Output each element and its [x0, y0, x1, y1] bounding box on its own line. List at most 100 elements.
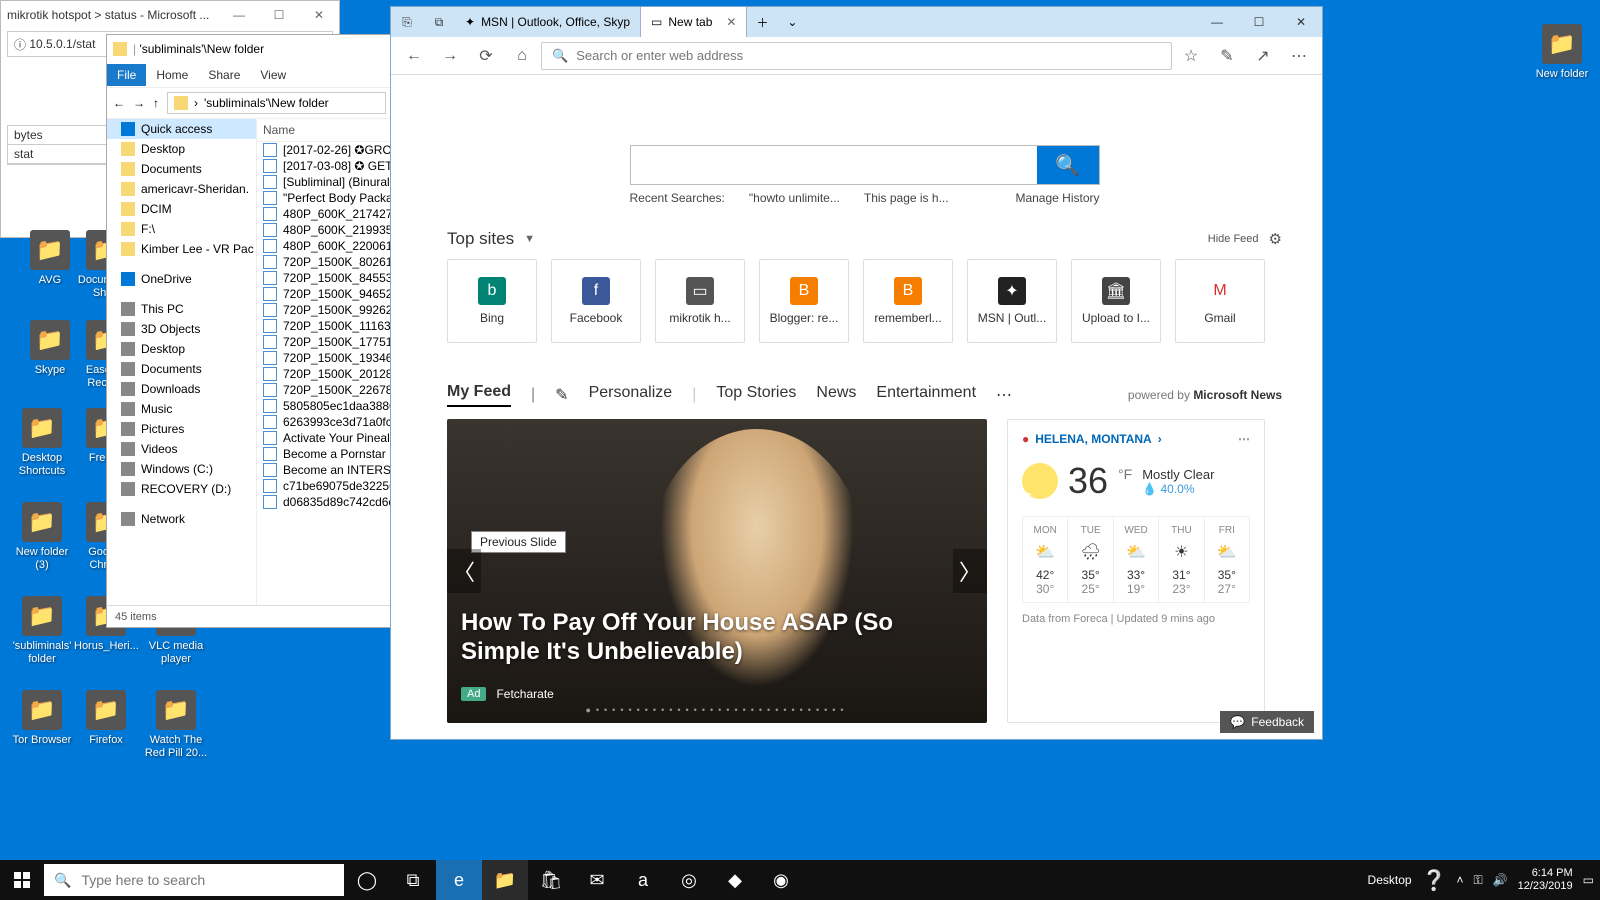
- ribbon-file[interactable]: File: [107, 64, 146, 86]
- feed-hero-card[interactable]: Previous Slide 〈 〉 How To Pay Off Your H…: [447, 419, 987, 723]
- file-row[interactable]: d06835d89c742cd6c6: [257, 494, 392, 510]
- file-row[interactable]: 720P_1500K_84553661: [257, 270, 392, 286]
- close-icon[interactable]: ✕: [1280, 7, 1322, 37]
- hotspot-titlebar[interactable]: mikrotik hotspot > status - Microsoft ..…: [1, 1, 339, 29]
- nav-item[interactable]: Windows (C:): [107, 459, 256, 479]
- file-row[interactable]: 720P_1500K_94652651: [257, 286, 392, 302]
- recent-search-link[interactable]: This page is h...: [864, 191, 949, 205]
- file-row[interactable]: 720P_1500K_19346002: [257, 350, 392, 366]
- file-row[interactable]: Become a Pornstar Fa: [257, 446, 392, 462]
- desktop-icon[interactable]: 📁Skype: [18, 320, 82, 377]
- file-row[interactable]: c71be69075de32256c: [257, 478, 392, 494]
- cortana-button[interactable]: ◯: [344, 860, 390, 900]
- tab-actions-icon[interactable]: ⎘: [391, 7, 423, 37]
- file-row[interactable]: 480P_600K_220061291: [257, 238, 392, 254]
- top-site-tile[interactable]: ✦MSN | Outl...: [967, 259, 1057, 343]
- close-icon[interactable]: ✕: [299, 8, 339, 22]
- nav-item[interactable]: Music: [107, 399, 256, 419]
- file-row[interactable]: 6263993ce3d71a0fc34: [257, 414, 392, 430]
- file-row[interactable]: 480P_600K_219935181: [257, 222, 392, 238]
- home-icon[interactable]: ⌂: [505, 41, 539, 71]
- column-header-name[interactable]: Name: [257, 119, 392, 142]
- forward-icon[interactable]: →: [433, 41, 467, 71]
- file-row[interactable]: 720P_1500K_99262601: [257, 302, 392, 318]
- recent-search-link[interactable]: "howto unlimite...: [749, 191, 840, 205]
- task-view-button[interactable]: ⧉: [390, 860, 436, 900]
- forecast-day[interactable]: THU☀31°23°: [1159, 517, 1204, 602]
- nav-onedrive[interactable]: OneDrive: [107, 269, 256, 289]
- nav-item[interactable]: 3D Objects: [107, 319, 256, 339]
- top-site-tile[interactable]: fFacebook: [551, 259, 641, 343]
- desktop-icon[interactable]: 📁AVG: [18, 230, 82, 287]
- minimize-icon[interactable]: —: [219, 8, 259, 22]
- favorite-icon[interactable]: ☆: [1174, 41, 1208, 71]
- minimize-icon[interactable]: —: [1196, 7, 1238, 37]
- back-icon[interactable]: ←: [397, 41, 431, 71]
- ribbon-view[interactable]: View: [250, 64, 296, 86]
- feed-tab-my-feed[interactable]: My Feed: [447, 383, 511, 407]
- nav-up-icon[interactable]: ↑: [153, 96, 159, 110]
- tray-chevron-icon[interactable]: ˄: [1456, 873, 1463, 887]
- feedback-button[interactable]: 💬 Feedback: [1220, 711, 1314, 733]
- nav-back-icon[interactable]: ←: [113, 96, 125, 110]
- nav-item[interactable]: Desktop: [107, 139, 256, 159]
- desktop-icon[interactable]: 📁'subliminals' folder: [10, 596, 74, 665]
- nav-quick-access[interactable]: Quick access: [107, 119, 256, 139]
- top-site-tile[interactable]: ▭mikrotik h...: [655, 259, 745, 343]
- card-more-icon[interactable]: ⋯: [1238, 432, 1250, 446]
- desktop-icon[interactable]: 📁Desktop Shortcuts: [10, 408, 74, 477]
- new-tab-button[interactable]: ＋: [747, 7, 777, 37]
- file-row[interactable]: 720P_1500K_20128354: [257, 366, 392, 382]
- feed-more-icon[interactable]: ⋯: [996, 385, 1012, 405]
- ribbon-share[interactable]: Share: [198, 64, 250, 86]
- file-row[interactable]: "Perfect Body Packag: [257, 190, 392, 206]
- file-row[interactable]: 5805805ec1daa38803c: [257, 398, 392, 414]
- maximize-icon[interactable]: ☐: [1238, 7, 1280, 37]
- feed-tab-entertainment[interactable]: Entertainment: [876, 384, 976, 406]
- top-site-tile[interactable]: Brememberl...: [863, 259, 953, 343]
- top-site-tile[interactable]: MGmail: [1175, 259, 1265, 343]
- tab-close-icon[interactable]: ✕: [726, 15, 736, 29]
- taskbar-app-unknown-1[interactable]: ◆: [712, 860, 758, 900]
- nav-item[interactable]: Documents: [107, 359, 256, 379]
- forecast-day[interactable]: TUE🌧35°25°: [1068, 517, 1113, 602]
- top-site-tile[interactable]: bBing: [447, 259, 537, 343]
- tab-msn[interactable]: ✦ MSN | Outlook, Office, Skyp: [455, 7, 641, 37]
- next-slide-button[interactable]: 〉: [953, 549, 987, 593]
- taskbar-search[interactable]: 🔍 Type here to search: [44, 864, 344, 896]
- volume-icon[interactable]: 🔊: [1493, 873, 1508, 887]
- nav-item[interactable]: Downloads: [107, 379, 256, 399]
- nav-item[interactable]: Desktop: [107, 339, 256, 359]
- file-row[interactable]: 720P_1500K_11163464: [257, 318, 392, 334]
- feed-tab-news[interactable]: News: [816, 384, 856, 406]
- nav-item[interactable]: Videos: [107, 439, 256, 459]
- prev-slide-button[interactable]: 〈: [447, 549, 481, 593]
- file-row[interactable]: 720P_1500K_17751856: [257, 334, 392, 350]
- nav-item[interactable]: americavr-Sheridan.: [107, 179, 256, 199]
- taskbar-app-store[interactable]: 🛍: [528, 860, 574, 900]
- network-icon[interactable]: ⚿: [1474, 873, 1483, 888]
- file-row[interactable]: [2017-03-08] ✪ GET E: [257, 158, 392, 174]
- top-site-tile[interactable]: BBlogger: re...: [759, 259, 849, 343]
- desktop-icon[interactable]: 📁New folder (3): [10, 502, 74, 571]
- file-row[interactable]: 480P_600K_217427871: [257, 206, 392, 222]
- taskbar-app-unknown-2[interactable]: ◉: [758, 860, 804, 900]
- address-bar[interactable]: 🔍 Search or enter web address: [541, 42, 1172, 70]
- tray-desktop-label[interactable]: Desktop: [1368, 873, 1412, 887]
- nav-item[interactable]: DCIM: [107, 199, 256, 219]
- manage-history-link[interactable]: Manage History: [1015, 191, 1099, 205]
- file-row[interactable]: 720P_1500K_22678265: [257, 382, 392, 398]
- nav-this-pc[interactable]: This PC: [107, 299, 256, 319]
- taskbar-app-amazon[interactable]: a: [620, 860, 666, 900]
- maximize-icon[interactable]: ☐: [259, 8, 299, 22]
- help-icon[interactable]: ❔: [1422, 868, 1447, 893]
- share-icon[interactable]: ↗: [1246, 41, 1280, 71]
- top-site-tile[interactable]: 🏛Upload to I...: [1071, 259, 1161, 343]
- explorer-titlebar[interactable]: | 'subliminals'\New folder: [107, 35, 392, 63]
- forecast-day[interactable]: FRI⛅35°27°: [1205, 517, 1249, 602]
- feed-tab-top-stories[interactable]: Top Stories: [716, 384, 796, 406]
- taskbar-app-mail[interactable]: ✉: [574, 860, 620, 900]
- forecast-day[interactable]: MON⛅42°30°: [1023, 517, 1068, 602]
- breadcrumb[interactable]: › 'subliminals'\New folder: [167, 92, 386, 114]
- taskbar-app-edge[interactable]: e: [436, 860, 482, 900]
